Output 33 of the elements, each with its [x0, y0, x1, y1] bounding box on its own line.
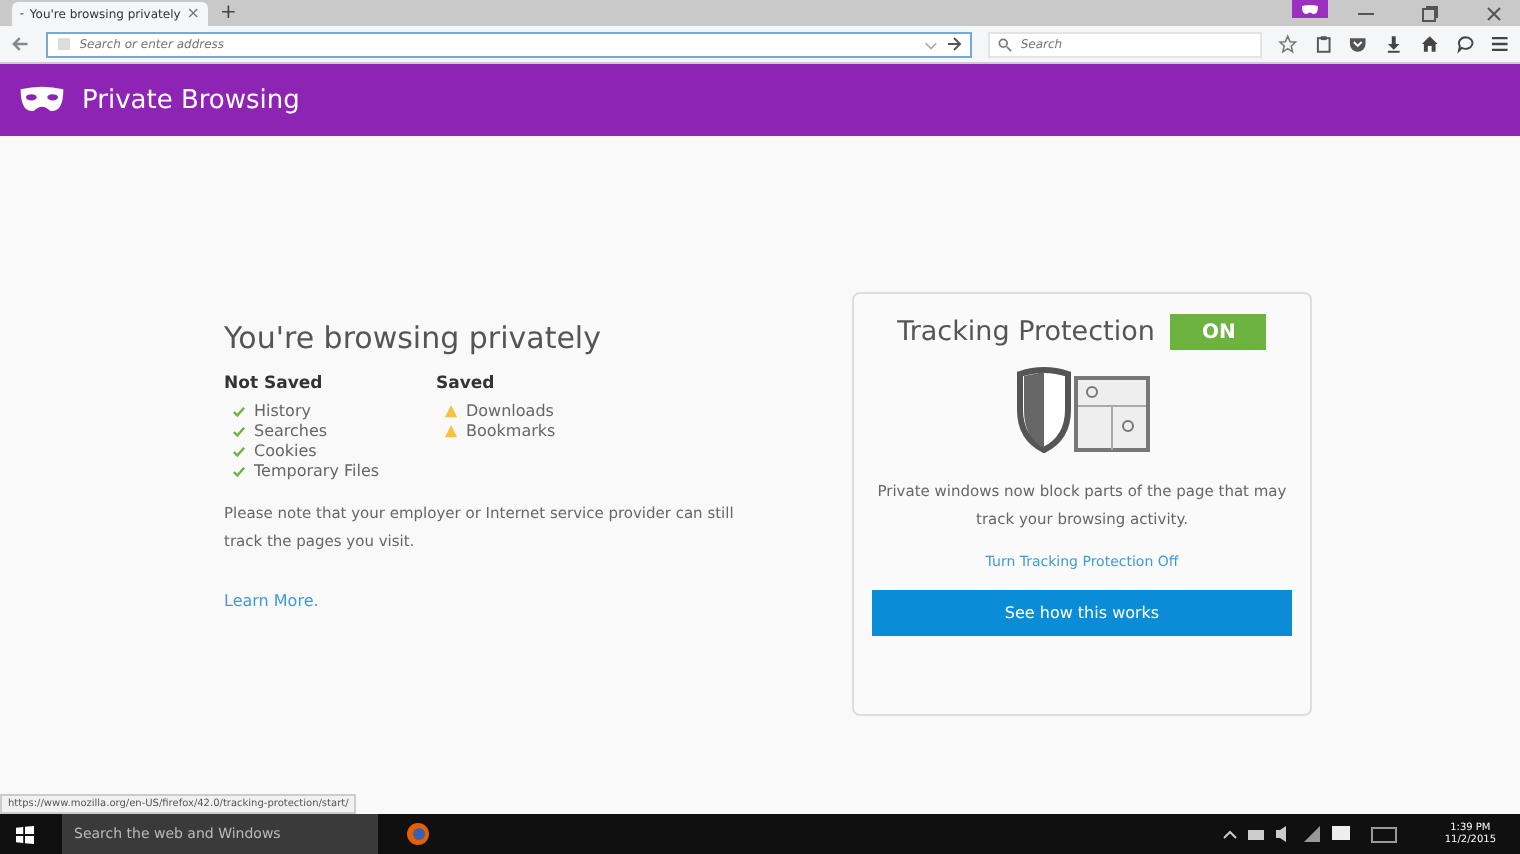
page-heading: You're browsing privately	[224, 320, 603, 356]
page-icon	[55, 36, 72, 52]
clipboard-icon[interactable]	[1313, 34, 1333, 54]
menu-icon[interactable]	[1490, 34, 1510, 54]
list-item: Temporary Files	[254, 462, 380, 480]
list-item: History	[254, 402, 311, 420]
see-how-button[interactable]: See how this works	[872, 590, 1292, 636]
header-title: Private Browsing	[82, 85, 300, 115]
card-title: Tracking Protection	[897, 316, 1155, 348]
home-icon[interactable]	[1419, 34, 1440, 54]
learn-more-link[interactable]: Learn More.	[224, 592, 319, 610]
search-icon	[998, 37, 1013, 51]
go-arrow-icon[interactable]	[946, 36, 963, 52]
download-icon[interactable]	[1384, 34, 1404, 54]
list-heading: Saved	[436, 374, 497, 394]
windows-start-icon[interactable]	[16, 825, 34, 843]
star-icon[interactable]	[1277, 34, 1298, 54]
list-item: Cookies	[254, 442, 317, 460]
pocket-icon[interactable]	[1348, 34, 1369, 54]
close-tab-button[interactable]: ×	[186, 6, 200, 22]
restore-icon[interactable]	[1420, 3, 1440, 23]
back-icon[interactable]	[10, 34, 30, 54]
new-tab-button[interactable]: +	[220, 2, 237, 26]
private-mask-badge	[1292, 0, 1328, 18]
status-badge[interactable]: ON	[1170, 314, 1267, 350]
list-item: Downloads	[466, 402, 554, 420]
shield-page-drawing	[1012, 366, 1152, 454]
close-icon[interactable]	[1484, 3, 1504, 23]
chat-icon[interactable]	[1455, 34, 1475, 54]
list-heading: Not Saved	[224, 374, 325, 394]
list-item: Searches	[254, 422, 328, 440]
browser-app-icon[interactable]	[406, 822, 430, 846]
list-item: Bookmarks	[466, 422, 556, 440]
